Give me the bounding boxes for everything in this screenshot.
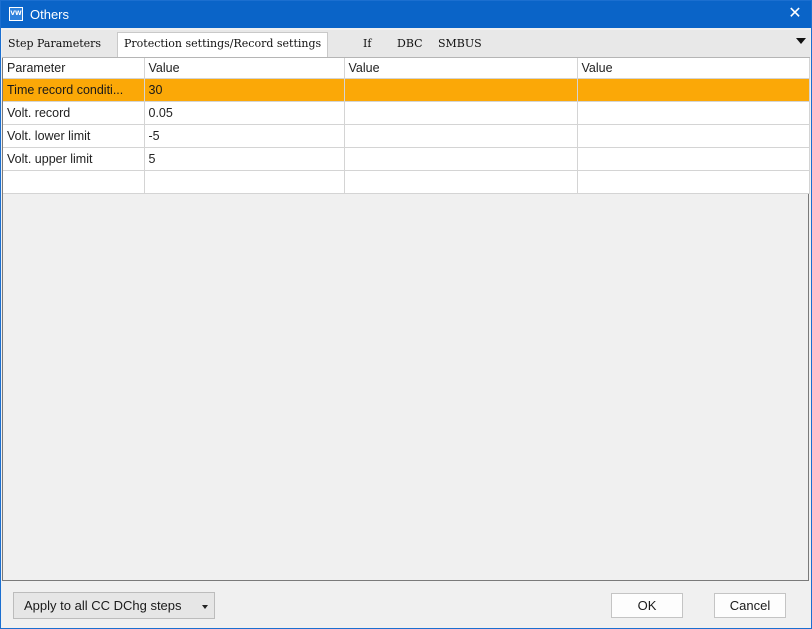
grid-cell[interactable]: 0.05: [144, 101, 345, 125]
window-title: Others: [30, 7, 70, 22]
apply-to-all-dropdown-button[interactable]: Apply to all CC DChg steps: [13, 592, 215, 619]
grid-cell[interactable]: [344, 147, 578, 171]
title-bar[interactable]: VW Others ✕: [1, 1, 811, 28]
parameter-grid: Parameter Value Value Value Time record …: [3, 58, 810, 194]
grid-cell[interactable]: [577, 147, 810, 171]
column-header-parameter[interactable]: Parameter: [3, 58, 145, 79]
grid-header-row: Parameter Value Value Value: [3, 58, 810, 79]
tab-protection-record-settings[interactable]: Protection settings/Record settings: [117, 32, 329, 57]
tab-if[interactable]: If: [357, 33, 377, 55]
grid-cell[interactable]: [577, 78, 810, 102]
grid-cell[interactable]: Volt. record: [3, 101, 145, 125]
tab-dbc[interactable]: DBC: [391, 33, 429, 55]
grid-cell[interactable]: [344, 78, 578, 102]
table-row[interactable]: [3, 170, 810, 194]
column-header-value-1[interactable]: Value: [144, 58, 345, 79]
grid-cell[interactable]: [344, 170, 578, 194]
grid-cell[interactable]: Volt. lower limit: [3, 124, 145, 148]
grid-cell[interactable]: [344, 101, 578, 125]
tab-step-parameters[interactable]: Step Parameters: [2, 33, 107, 55]
ok-button[interactable]: OK: [611, 593, 683, 618]
table-row[interactable]: Time record conditi... 30: [3, 78, 810, 102]
parameter-grid-area: Parameter Value Value Value Time record …: [2, 58, 810, 581]
app-icon: VW: [9, 7, 23, 21]
grid-cell[interactable]: [344, 124, 578, 148]
chevron-down-icon[interactable]: [796, 38, 806, 44]
grid-cell[interactable]: [144, 170, 345, 194]
column-header-value-2[interactable]: Value: [344, 58, 578, 79]
cancel-button[interactable]: Cancel: [714, 593, 786, 618]
tab-smbus[interactable]: SMBUS: [432, 33, 488, 55]
grid-cell[interactable]: Volt. upper limit: [3, 147, 145, 171]
tab-strip: Step Parameters Protection settings/Reco…: [2, 30, 810, 58]
others-dialog: VW Others ✕ Step Parameters Protection s…: [0, 0, 812, 629]
column-header-value-3[interactable]: Value: [577, 58, 810, 79]
apply-to-all-label: Apply to all CC DChg steps: [24, 598, 182, 613]
grid-cell[interactable]: 5: [144, 147, 345, 171]
close-button[interactable]: ✕: [779, 1, 811, 28]
grid-cell[interactable]: Time record conditi...: [3, 78, 145, 102]
table-row[interactable]: Volt. record 0.05: [3, 101, 810, 125]
table-row[interactable]: Volt. upper limit 5: [3, 147, 810, 171]
grid-cell[interactable]: [577, 170, 810, 194]
table-row[interactable]: Volt. lower limit -5: [3, 124, 810, 148]
grid-cell[interactable]: [577, 101, 810, 125]
close-icon: ✕: [788, 5, 802, 22]
grid-cell[interactable]: -5: [144, 124, 345, 148]
grid-cell[interactable]: [577, 124, 810, 148]
dropdown-arrow-icon: [202, 605, 208, 609]
grid-cell[interactable]: [3, 170, 145, 194]
grid-cell[interactable]: 30: [144, 78, 345, 102]
